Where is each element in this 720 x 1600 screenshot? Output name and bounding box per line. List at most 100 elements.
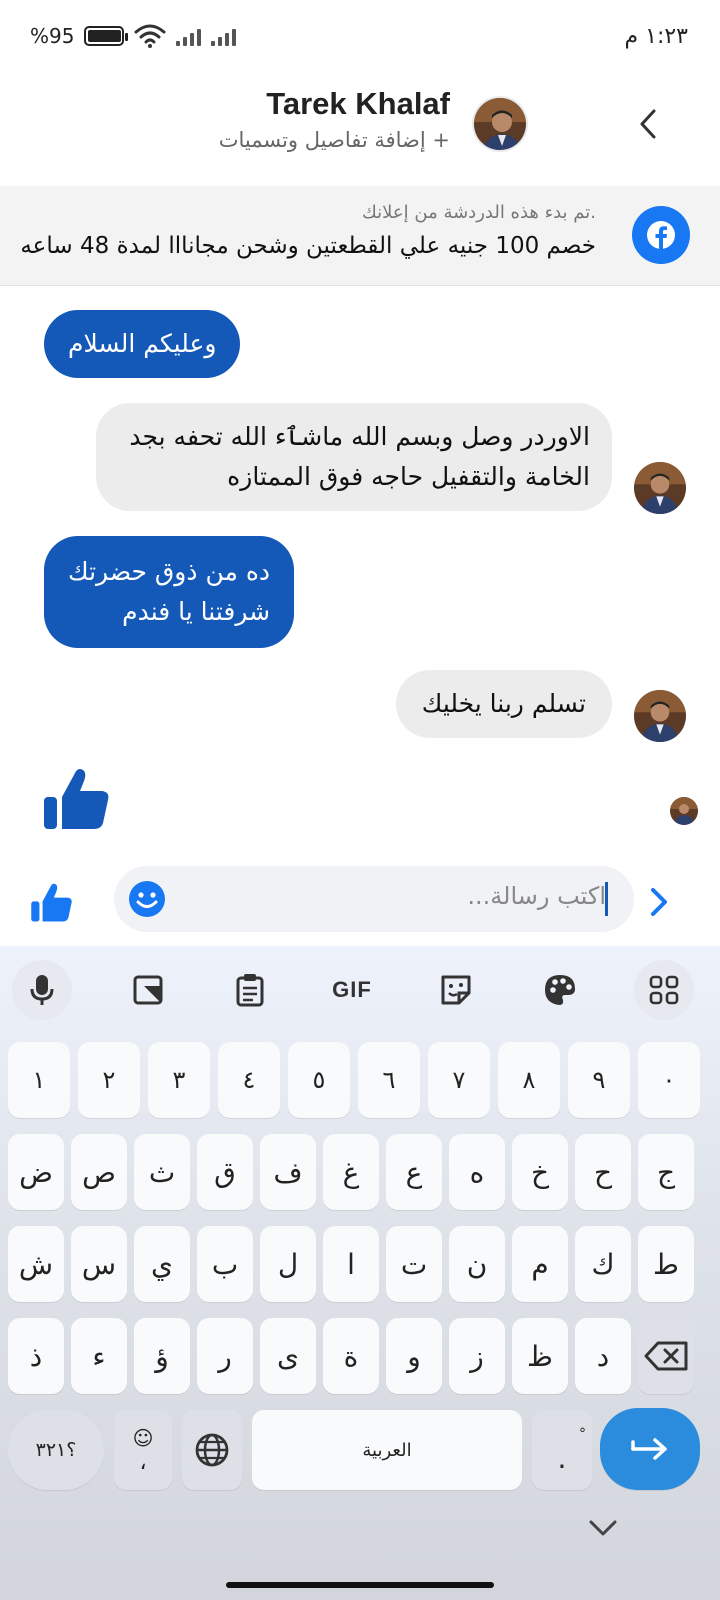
key[interactable]: ش [8, 1226, 64, 1302]
key[interactable]: ف [260, 1134, 316, 1210]
message-bubble-sent[interactable]: ده من ذوق حضرتك شرفتنا يا فندم [44, 536, 295, 648]
gif-icon[interactable]: GIF [322, 960, 382, 1020]
key[interactable]: ؤ [134, 1318, 190, 1394]
message-text-line: ده من ذوق حضرتك [68, 557, 271, 586]
key[interactable]: ض [8, 1134, 64, 1210]
key[interactable]: ح [575, 1134, 631, 1210]
key[interactable]: ٧ [428, 1042, 490, 1118]
message-input[interactable]: اكتب رسالة... [114, 866, 634, 932]
key[interactable]: ذ [8, 1318, 64, 1394]
key[interactable]: ث [134, 1134, 190, 1210]
keyboard: GIF ١ ٢ ٣ ٤ ٥ ٦ ٧ ٨ ٩ ٠ ض ص ث ق ف غ ع ه … [0, 946, 720, 1600]
battery-percent: %95 [30, 24, 75, 48]
enter-arrow-icon [631, 1438, 667, 1460]
key[interactable]: ط [638, 1226, 694, 1302]
message-placeholder: اكتب رسالة... [467, 882, 606, 910]
key[interactable]: ق [197, 1134, 253, 1210]
key[interactable]: ٩ [568, 1042, 630, 1118]
add-details-link[interactable]: + إضافة تفاصيل وتسميات [219, 128, 450, 152]
key[interactable]: و [386, 1318, 442, 1394]
symbols-key[interactable]: ؟٣٢١ [8, 1410, 104, 1490]
seen-avatar [670, 797, 698, 825]
key[interactable]: ء [71, 1318, 127, 1394]
small-circle-icon: ° [579, 1425, 586, 1442]
microphone-icon[interactable] [12, 960, 72, 1020]
apps-grid-icon[interactable] [634, 960, 694, 1020]
key[interactable]: ت [386, 1226, 442, 1302]
key[interactable]: ٦ [358, 1042, 420, 1118]
key[interactable]: س [71, 1226, 127, 1302]
status-icons: %95 [30, 24, 237, 48]
key[interactable]: ٢ [78, 1042, 140, 1118]
sticker-icon[interactable] [426, 960, 486, 1020]
key[interactable]: ة [323, 1318, 379, 1394]
message-bubble-received[interactable]: الاوردر وصل وبسم الله ماشٱء الله تحفه بج… [96, 403, 612, 511]
ad-title: خصم 100 جنيه علي القطعتين وشحن مجانااا ل… [20, 233, 596, 259]
header-text[interactable]: Tarek Khalaf + إضافة تفاصيل وتسميات [219, 86, 450, 152]
status-bar: %95 ١:٢٣ م [0, 0, 720, 78]
emoji-icon[interactable] [128, 880, 166, 918]
comma-emoji-key[interactable]: ☺ ، [114, 1410, 172, 1490]
key[interactable]: ز [449, 1318, 505, 1394]
key[interactable]: ٤ [218, 1042, 280, 1118]
key[interactable]: ص [71, 1134, 127, 1210]
key[interactable]: ن [449, 1226, 505, 1302]
ad-banner[interactable]: .تم بدء هذه الدردشة من إعلانك خصم 100 جن… [0, 186, 720, 286]
period-label: . [557, 1441, 567, 1475]
message-bubble-received[interactable]: تسلم ربنا يخليك [395, 670, 612, 738]
key[interactable]: ١ [8, 1042, 70, 1118]
crop-icon[interactable] [118, 960, 178, 1020]
key[interactable]: ي [134, 1226, 190, 1302]
smile-icon: ☺ [132, 1425, 154, 1450]
facebook-icon [632, 206, 690, 264]
message-text-line: شرفتنا يا فندم [122, 597, 271, 626]
key[interactable]: م [512, 1226, 568, 1302]
message-text-line: الخامة والتقفيل حاجه فوق الممتازه [227, 462, 590, 491]
chat-header: Tarek Khalaf + إضافة تفاصيل وتسميات [0, 78, 720, 184]
key[interactable]: ٨ [498, 1042, 560, 1118]
enter-key[interactable] [600, 1408, 700, 1490]
message-bubble-sent[interactable]: وعليكم السلام [44, 310, 241, 378]
key[interactable]: ٥ [288, 1042, 350, 1118]
contact-name[interactable]: Tarek Khalaf [219, 86, 450, 122]
key[interactable]: ج [638, 1134, 694, 1210]
back-chevron-icon[interactable] [628, 104, 668, 144]
message-text: تسلم ربنا يخليك [421, 689, 586, 718]
contact-avatar[interactable] [472, 96, 528, 152]
space-key[interactable]: العربية [252, 1410, 522, 1490]
key[interactable]: ا [323, 1226, 379, 1302]
key[interactable]: ى [260, 1318, 316, 1394]
key[interactable]: ظ [512, 1318, 568, 1394]
key[interactable]: ٠ [638, 1042, 700, 1118]
expand-chevron-icon[interactable] [644, 884, 674, 920]
globe-icon[interactable] [182, 1410, 242, 1490]
key[interactable]: ر [197, 1318, 253, 1394]
palette-icon[interactable] [530, 960, 590, 1020]
sender-avatar[interactable] [634, 690, 686, 742]
signal-icon [176, 26, 202, 46]
message-text: وعليكم السلام [68, 329, 217, 358]
key[interactable]: ك [575, 1226, 631, 1302]
key[interactable]: خ [512, 1134, 568, 1210]
backspace-icon[interactable] [638, 1318, 694, 1394]
hide-keyboard-chevron-icon[interactable] [586, 1516, 620, 1540]
message-text-line: الاوردر وصل وبسم الله ماشٱء الله تحفه بج… [129, 422, 590, 451]
thumbs-up-icon[interactable] [30, 880, 74, 924]
status-time: ١:٢٣ م [624, 24, 689, 49]
key[interactable]: ه [449, 1134, 505, 1210]
sender-avatar[interactable] [634, 462, 686, 514]
key[interactable]: د [575, 1318, 631, 1394]
key[interactable]: ل [260, 1226, 316, 1302]
key[interactable]: ع [386, 1134, 442, 1210]
thumbs-up-icon[interactable] [42, 763, 112, 833]
key[interactable]: غ [323, 1134, 379, 1210]
wifi-icon [134, 24, 166, 48]
text-caret [605, 882, 608, 916]
period-key[interactable]: ° . [532, 1410, 592, 1490]
key[interactable]: ٣ [148, 1042, 210, 1118]
battery-icon [84, 26, 129, 46]
message-composer: اكتب رسالة... [0, 860, 720, 946]
home-indicator[interactable] [226, 1582, 494, 1588]
clipboard-icon[interactable] [220, 960, 280, 1020]
key[interactable]: ب [197, 1226, 253, 1302]
